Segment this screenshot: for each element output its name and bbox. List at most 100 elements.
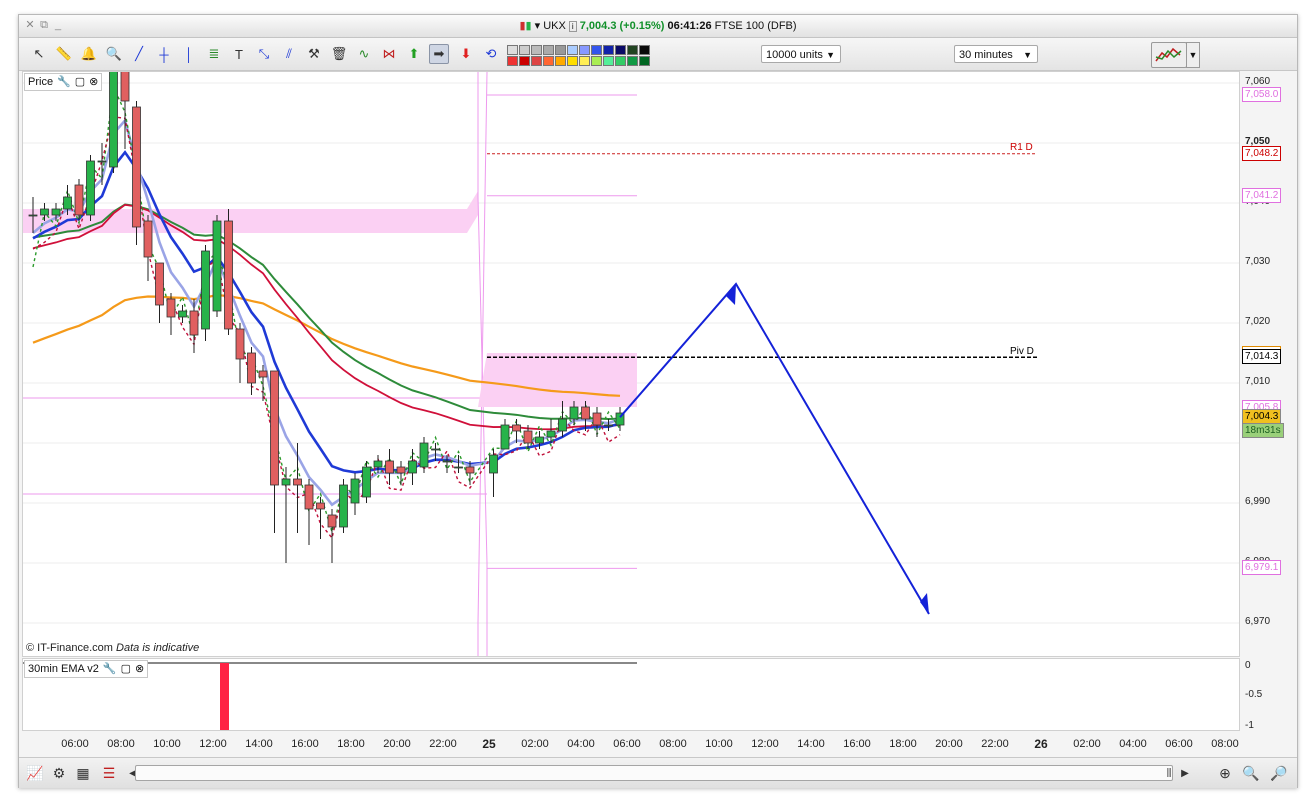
trendline-icon[interactable]: ╱ [129,44,149,64]
timeframe-dropdown[interactable]: 30 minutes ▼ [954,45,1038,63]
time-tick-label: 08:00 [1211,738,1239,750]
window-icon[interactable]: ▢ [75,74,85,90]
horizontal-line-icon[interactable]: ┼ [154,44,174,64]
time-tick-label: 10:00 [705,738,733,750]
close-panel-icon[interactable]: ⊗ [135,661,144,677]
color-swatch[interactable] [615,56,626,66]
data-window-icon[interactable]: ▦ [73,763,93,783]
cycle-icon[interactable]: ⟲ [481,44,501,64]
color-swatch[interactable] [603,45,614,55]
close-panel-icon[interactable]: ⊗ [89,74,98,90]
color-swatch[interactable] [627,45,638,55]
candle-settings-icon[interactable]: ⚙ [49,763,69,783]
window-icon[interactable]: ▢ [121,661,131,677]
zoom-out-icon[interactable]: 🔍 [1241,763,1261,783]
depth-icon[interactable]: ☰ [99,763,119,783]
indicators-dropdown[interactable]: ▼ [1186,42,1200,68]
color-swatch[interactable] [543,45,554,55]
pattern-icon[interactable]: ∿ [354,44,374,64]
buy-arrow-icon[interactable]: ⬆ [404,44,424,64]
candle [155,262,164,306]
indicator-panel[interactable]: 30min EMA v2 🔧 ▢ ⊗ [22,658,1240,731]
indicator-panel-tag[interactable]: 30min EMA v2 🔧 ▢ ⊗ [24,660,149,678]
candle [247,352,256,384]
color-swatch[interactable] [507,45,518,55]
ruler-icon[interactable]: 📏 [54,44,74,64]
gann-icon[interactable]: ⋈ [379,44,399,64]
time-tick-label: 08:00 [659,738,687,750]
text-tool-icon[interactable]: T [229,44,249,64]
scroll-right-icon[interactable]: ▶ [1175,763,1195,783]
sell-arrow-icon[interactable]: ⬇ [456,44,476,64]
time-tick-label: 12:00 [751,738,779,750]
time-axis[interactable]: 06:00 08:00 10:00 12:00 14:00 16:00 18:00 20:00… [22,731,1239,755]
fibonacci-icon[interactable]: ≣ [204,44,224,64]
tools-icon[interactable]: ⚒ [304,44,324,64]
time-tick-label: 10:00 [153,738,181,750]
time-tick-label: 20:00 [383,738,411,750]
color-swatch[interactable] [603,56,614,66]
disclaimer-text: Data is indicative [116,642,200,654]
color-swatch[interactable] [639,45,650,55]
price-change: (+0.15%) [619,20,665,32]
candle [178,310,187,318]
time-scrollbar[interactable] [135,765,1173,781]
stop-green [32,84,621,535]
time-tick-label: 08:00 [107,738,135,750]
vertical-line-icon[interactable]: │ [179,44,199,64]
color-swatch[interactable] [543,56,554,66]
wrench-icon[interactable]: 🔧 [57,74,71,90]
color-swatch[interactable] [519,45,530,55]
zoom-in-icon[interactable]: 🔎 [1269,763,1289,783]
trash-icon[interactable]: 🗑 [329,44,349,64]
zoom-tool-icon[interactable]: 🔍 [104,44,124,64]
price-panel-tag[interactable]: Price 🔧 ▢ ⊗ [24,73,103,91]
candle [97,160,107,163]
price-chart-svg[interactable] [23,53,1239,656]
color-swatch[interactable] [627,56,638,66]
color-swatch[interactable] [591,56,602,66]
zoom-fit-icon[interactable]: ⊕ [1215,763,1235,783]
color-swatch[interactable] [639,56,650,66]
color-swatch[interactable] [555,45,566,55]
instrument-name: FTSE 100 (DFB) [714,20,797,32]
indicator-panel-label: 30min EMA v2 [28,663,99,675]
candle [385,460,394,474]
clock: 06:41:26 [667,20,712,32]
color-swatch[interactable] [507,56,518,66]
candle [419,442,429,468]
color-swatch[interactable] [579,56,590,66]
bottom-toolbar: 📈 ⚙ ▦ ☰ ◀ ⫼ ▶ ⊕ 🔍 🔎 [19,757,1297,788]
candle [350,478,360,504]
color-swatch[interactable] [531,56,542,66]
parallel-lines-icon[interactable]: ⫽ [279,44,299,64]
color-swatch[interactable] [519,56,530,66]
indicators-button[interactable] [1151,42,1187,68]
price-axis[interactable]: 7,0607,0507,0407,0307,0207,0106,9906,980… [1240,71,1295,655]
price-chart[interactable]: Price 🔧 ▢ ⊗ © IT-Finance.com Data is ind… [22,53,1240,657]
info-icon[interactable]: i [568,21,577,32]
color-swatch[interactable] [579,45,590,55]
candle [258,370,268,378]
color-swatch[interactable] [567,56,578,66]
color-swatch[interactable] [555,56,566,66]
channel-icon[interactable]: ⤡ [254,44,274,64]
pointer-icon[interactable]: ↖ [29,44,49,64]
color-swatch[interactable] [615,45,626,55]
indicator-chart-icon [1155,47,1182,62]
candle [281,478,291,486]
alarm-icon[interactable]: 🔔 [79,44,99,64]
candle [373,460,383,468]
drawing-toolbar: ↖ 📏 🔔 🔍 ╱ ┼ │ ≣ T ⤡ ⫽ ⚒ 🗑 ∿ ⋈ ⬆ ➡ ⬇ ⟲ 10… [19,38,1297,71]
color-swatch[interactable] [591,45,602,55]
wrench-icon[interactable]: 🔧 [103,661,117,677]
chart-type-icon[interactable]: 📈 [25,763,45,783]
arrow-tool-icon[interactable]: ➡ [429,44,449,64]
color-swatch[interactable] [531,45,542,55]
symbol-dropdown-icon[interactable]: ▾ [535,20,541,32]
r1-level-label: R1 D [1010,142,1033,153]
window-title: ▮▮ ▾ UKX i 7,004.3 (+0.15%) 06:41:26 FTS… [519,20,797,32]
color-palette[interactable] [507,43,677,67]
color-swatch[interactable] [567,45,578,55]
units-dropdown[interactable]: 10000 units ▼ [761,45,841,63]
